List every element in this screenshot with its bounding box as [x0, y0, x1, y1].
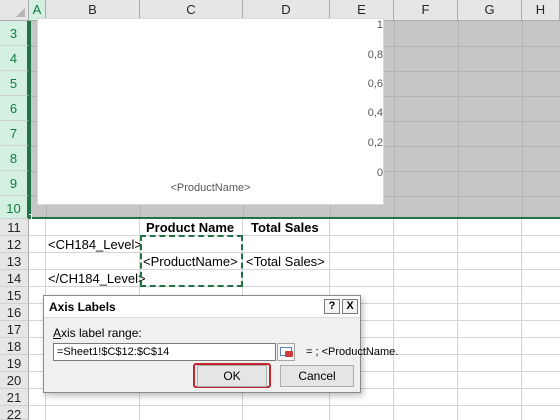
dialog-title: Axis Labels	[49, 300, 116, 314]
dialog-titlebar[interactable]: Axis Labels ? X	[44, 296, 360, 318]
axis-label-range-input[interactable]: =Sheet1!$C$12:$C$14	[53, 343, 276, 361]
cell-b12[interactable]: <CH184_Level>	[48, 236, 142, 253]
close-button[interactable]: X	[342, 299, 358, 314]
range-marquee	[140, 235, 243, 287]
row-header-11[interactable]: 11	[0, 219, 29, 236]
row-header-12[interactable]: 12	[0, 236, 29, 253]
cell-d11-header[interactable]: Total Sales	[251, 219, 319, 236]
y-tick-label: 0	[376, 167, 383, 179]
y-tick-label: 0,4	[367, 107, 383, 119]
y-tick-label: 0,6	[367, 78, 383, 90]
axis-labels-dialog: Axis Labels ? X Axis label range: =Sheet…	[43, 295, 398, 393]
axis-label-range-label: Axis label range:	[53, 326, 142, 340]
row-header-20[interactable]: 20	[0, 372, 29, 389]
cell-c11-header[interactable]: Product Name	[146, 219, 234, 236]
select-all-corner[interactable]	[0, 0, 29, 21]
range-preview: = ; <ProductName.	[306, 346, 399, 358]
row-header-7[interactable]: 7	[0, 121, 29, 146]
x-category-label: <ProductName>	[170, 182, 251, 194]
row-header-19[interactable]: 19	[0, 355, 29, 372]
row-header-9[interactable]: 9	[0, 171, 29, 196]
row-header-4[interactable]: 4	[0, 46, 29, 71]
col-header-g[interactable]: G	[458, 0, 522, 21]
cell-b14[interactable]: </CH184_Level>	[48, 270, 146, 287]
row-header-10[interactable]: 10	[0, 196, 29, 219]
y-tick-label: 0,2	[367, 137, 383, 149]
range-select-icon	[285, 351, 293, 357]
collapse-dialog-button[interactable]	[277, 343, 295, 361]
row-header-8[interactable]: 8	[0, 146, 29, 171]
accelerator-key: A	[53, 326, 62, 340]
cell-d13[interactable]: <Total Sales>	[246, 253, 325, 270]
row-header-17[interactable]: 17	[0, 321, 29, 338]
field-label-text: xis label range:	[61, 326, 142, 340]
row-header-5[interactable]: 5	[0, 71, 29, 96]
chart-area[interactable]: 1 0,8 0,6 0,4 0,2 0 <ProductName>	[37, 18, 384, 205]
row-header-18[interactable]: 18	[0, 338, 29, 355]
ok-button[interactable]: OK	[197, 365, 267, 387]
y-tick-label: 0,8	[367, 49, 383, 61]
select-all-triangle-icon	[16, 8, 25, 17]
row-header-13[interactable]: 13	[0, 253, 29, 270]
cancel-button[interactable]: Cancel	[280, 365, 354, 387]
row-header-15[interactable]: 15	[0, 287, 29, 304]
col-header-f[interactable]: F	[394, 0, 458, 21]
row-header-14[interactable]: 14	[0, 270, 29, 287]
col-header-h[interactable]: H	[522, 0, 560, 21]
help-button[interactable]: ?	[324, 299, 340, 314]
row-header-6[interactable]: 6	[0, 96, 29, 121]
row-header-21[interactable]: 21	[0, 389, 29, 406]
row-header-22[interactable]: 22	[0, 406, 29, 420]
row-header-3[interactable]: 3	[0, 21, 29, 46]
y-tick-label: 1	[376, 19, 383, 31]
row-header-16[interactable]: 16	[0, 304, 29, 321]
